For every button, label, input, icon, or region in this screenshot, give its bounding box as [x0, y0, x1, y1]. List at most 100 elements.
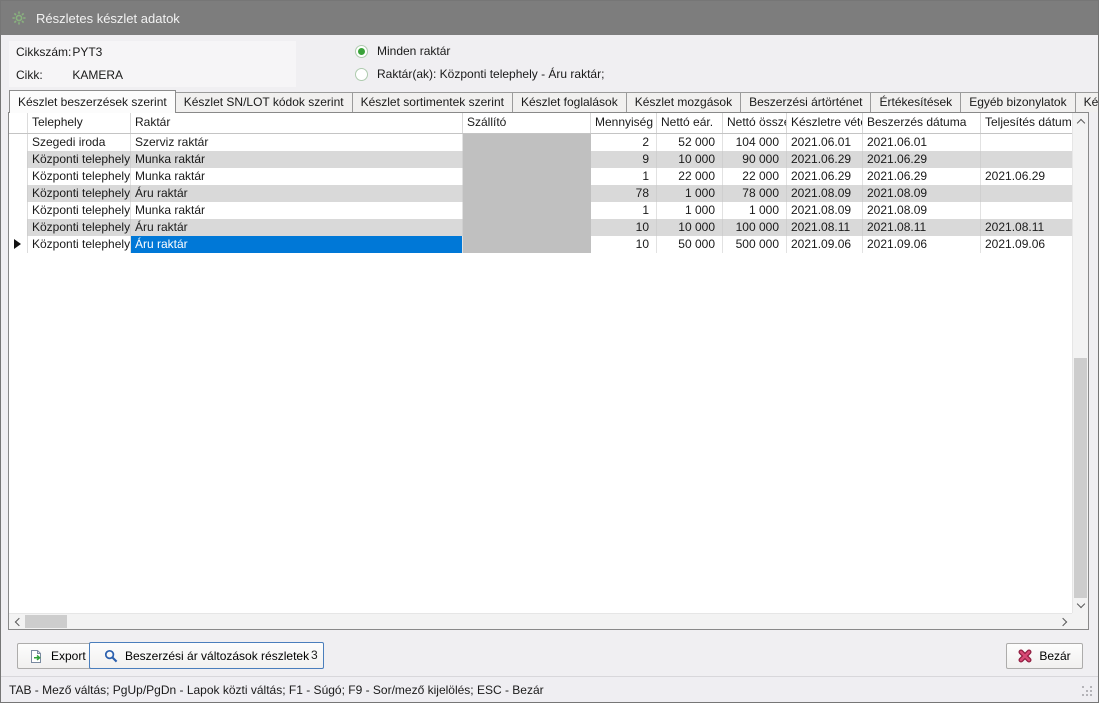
tab-item[interactable]: Készlet beszerzések szerint	[9, 90, 176, 113]
tab-item[interactable]: Beszerzési ártörténet	[740, 92, 871, 112]
export-button[interactable]: Export	[17, 643, 98, 669]
cell-netto-osszes[interactable]: 104 000	[723, 134, 787, 151]
cell-mennyiseg[interactable]: 78	[591, 185, 657, 202]
tab-item[interactable]: Készlet változása	[1075, 92, 1099, 112]
column-header[interactable]: Készletre vétel	[787, 113, 863, 133]
cell-netto-osszes[interactable]: 78 000	[723, 185, 787, 202]
radio-all-warehouses[interactable]: Minden raktár	[355, 44, 450, 58]
cell-raktar[interactable]: Munka raktár	[131, 202, 463, 219]
cell-netto-ear[interactable]: 50 000	[657, 236, 723, 253]
cell-beszerzes-datuma[interactable]: 2021.08.11	[863, 219, 981, 236]
table-row[interactable]: Központi telephelyÁru raktár 1050 000500 …	[9, 236, 1072, 253]
cell-telephely[interactable]: Központi telephely	[28, 219, 131, 236]
cell-netto-ear[interactable]: 10 000	[657, 219, 723, 236]
column-header[interactable]: Nettó eár.	[657, 113, 723, 133]
cell-mennyiseg[interactable]: 9	[591, 151, 657, 168]
cell-teljesites-datuma[interactable]	[981, 151, 1072, 168]
cell-szallito[interactable]	[463, 236, 591, 253]
radio-specific-warehouse[interactable]: Raktár(ak): Központi telephely - Áru rak…	[355, 67, 604, 81]
scroll-up-button[interactable]	[1073, 113, 1088, 129]
cell-netto-osszes[interactable]: 90 000	[723, 151, 787, 168]
cell-mennyiseg[interactable]: 1	[591, 168, 657, 185]
cell-szallito[interactable]	[463, 168, 591, 185]
cell-keszletre-vetel[interactable]: 2021.06.01	[787, 134, 863, 151]
cell-beszerzes-datuma[interactable]: 2021.06.01	[863, 134, 981, 151]
row-selector-cell[interactable]	[9, 185, 28, 202]
cell-netto-osszes[interactable]: 500 000	[723, 236, 787, 253]
column-header[interactable]: Telephely	[28, 113, 131, 133]
column-header[interactable]: Szállító	[463, 113, 591, 133]
cell-szallito[interactable]	[463, 202, 591, 219]
tab-item[interactable]: Készlet mozgások	[626, 92, 741, 112]
cell-raktar[interactable]: Áru raktár	[131, 236, 463, 253]
cell-netto-ear[interactable]: 1 000	[657, 185, 723, 202]
cell-keszletre-vetel[interactable]: 2021.09.06	[787, 236, 863, 253]
cell-szallito[interactable]	[463, 185, 591, 202]
cell-teljesites-datuma[interactable]: 2021.08.11	[981, 219, 1072, 236]
cell-telephely[interactable]: Központi telephely	[28, 168, 131, 185]
table-row[interactable]: Központi telephelyÁru raktár 1010 000100 …	[9, 219, 1072, 236]
row-selector-cell[interactable]	[9, 236, 28, 253]
cell-mennyiseg[interactable]: 1	[591, 202, 657, 219]
horizontal-scrollbar[interactable]	[9, 613, 1072, 629]
table-row[interactable]: Központi telephelyMunka raktár122 00022 …	[9, 168, 1072, 185]
table-row[interactable]: Központi telephelyMunka raktár910 00090 …	[9, 151, 1072, 168]
column-header[interactable]: Raktár	[131, 113, 463, 133]
cell-beszerzes-datuma[interactable]: 2021.06.29	[863, 151, 981, 168]
cell-keszletre-vetel[interactable]: 2021.08.11	[787, 219, 863, 236]
cell-telephely[interactable]: Központi telephely	[28, 151, 131, 168]
cell-raktar[interactable]: Szerviz raktár	[131, 134, 463, 151]
cell-telephely[interactable]: Központi telephely	[28, 236, 131, 253]
cell-telephely[interactable]: Központi telephely	[28, 202, 131, 219]
tab-item[interactable]: Egyéb bizonylatok	[960, 92, 1075, 112]
row-selector-cell[interactable]	[9, 134, 28, 151]
table-row[interactable]: Központi telephelyMunka raktár11 0001 00…	[9, 202, 1072, 219]
table-row[interactable]: Szegedi irodaSzerviz raktár 252 000104 00…	[9, 134, 1072, 151]
vertical-scrollbar-thumb[interactable]	[1074, 358, 1087, 598]
cell-beszerzes-datuma[interactable]: 2021.09.06	[863, 236, 981, 253]
vertical-scrollbar[interactable]	[1072, 113, 1088, 613]
cell-beszerzes-datuma[interactable]: 2021.08.09	[863, 185, 981, 202]
cell-szallito[interactable]	[463, 219, 591, 236]
cell-mennyiseg[interactable]: 10	[591, 236, 657, 253]
cell-beszerzes-datuma[interactable]: 2021.06.29	[863, 168, 981, 185]
price-change-details-button[interactable]: Beszerzési ár változások részletek	[89, 642, 324, 669]
row-selector-cell[interactable]	[9, 151, 28, 168]
cell-keszletre-vetel[interactable]: 2021.08.09	[787, 202, 863, 219]
cell-telephely[interactable]: Szegedi iroda	[28, 134, 131, 151]
cell-raktar[interactable]: Áru raktár	[131, 219, 463, 236]
cell-teljesites-datuma[interactable]: 2021.06.29	[981, 168, 1072, 185]
scroll-left-button[interactable]	[9, 614, 25, 629]
cell-raktar[interactable]: Munka raktár	[131, 168, 463, 185]
row-selector-cell[interactable]	[9, 202, 28, 219]
cell-teljesites-datuma[interactable]: 2021.09.06	[981, 236, 1072, 253]
cell-teljesites-datuma[interactable]	[981, 134, 1072, 151]
scroll-right-button[interactable]	[1056, 614, 1072, 629]
table-row[interactable]: Központi telephelyÁru raktár781 00078 00…	[9, 185, 1072, 202]
tab-item[interactable]: Készlet SN/LOT kódok szerint	[175, 92, 353, 112]
column-header[interactable]: Mennyiség	[591, 113, 657, 133]
cell-mennyiseg[interactable]: 10	[591, 219, 657, 236]
row-selector-cell[interactable]	[9, 219, 28, 236]
scroll-down-button[interactable]	[1073, 597, 1088, 613]
cell-szallito[interactable]	[463, 134, 591, 151]
title-bar[interactable]: Részletes készlet adatok	[1, 1, 1098, 35]
cell-netto-osszes[interactable]: 1 000	[723, 202, 787, 219]
cell-netto-ear[interactable]: 1 000	[657, 202, 723, 219]
cell-beszerzes-datuma[interactable]: 2021.08.09	[863, 202, 981, 219]
tab-item[interactable]: Értékesítések	[870, 92, 961, 112]
cell-raktar[interactable]: Munka raktár	[131, 151, 463, 168]
cell-raktar[interactable]: Áru raktár	[131, 185, 463, 202]
cell-teljesites-datuma[interactable]	[981, 202, 1072, 219]
cell-keszletre-vetel[interactable]: 2021.06.29	[787, 168, 863, 185]
cell-szallito[interactable]	[463, 151, 591, 168]
cell-keszletre-vetel[interactable]: 2021.08.09	[787, 185, 863, 202]
row-selector-cell[interactable]	[9, 168, 28, 185]
cell-netto-osszes[interactable]: 22 000	[723, 168, 787, 185]
column-header[interactable]: Beszerzés dátuma	[863, 113, 981, 133]
cell-mennyiseg[interactable]: 2	[591, 134, 657, 151]
cell-keszletre-vetel[interactable]: 2021.06.29	[787, 151, 863, 168]
close-button[interactable]: Bezár	[1006, 643, 1083, 669]
cell-netto-osszes[interactable]: 100 000	[723, 219, 787, 236]
cell-netto-ear[interactable]: 52 000	[657, 134, 723, 151]
